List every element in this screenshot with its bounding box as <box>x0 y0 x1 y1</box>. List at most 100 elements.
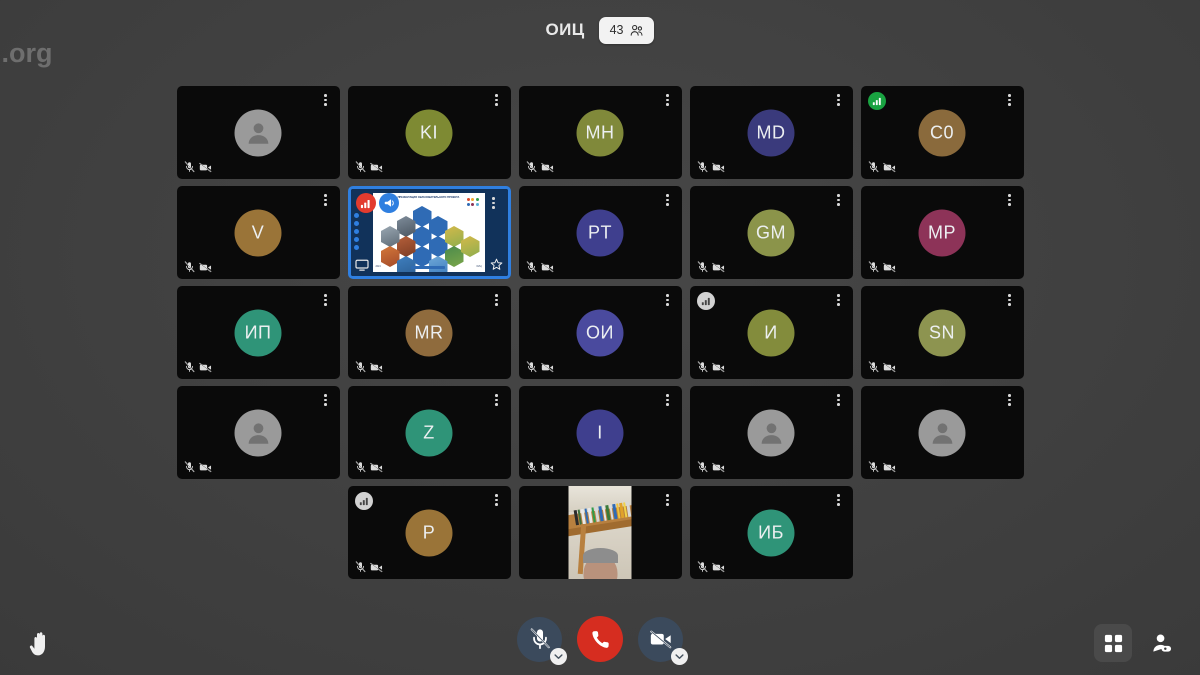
participant-tile[interactable]: MP <box>860 186 1024 279</box>
participant-tile[interactable] <box>860 386 1024 479</box>
avatar-placeholder <box>918 409 966 456</box>
tile-status-icons <box>697 261 725 273</box>
kebab-dot <box>1008 298 1011 302</box>
kebab-dot <box>837 398 840 402</box>
video-participant-tile[interactable] <box>518 486 682 579</box>
raise-hand-button[interactable] <box>26 629 56 659</box>
tile-menu-button[interactable] <box>662 292 674 308</box>
tile-menu-button[interactable] <box>320 292 332 308</box>
participant-tile[interactable]: ИБ <box>689 486 853 579</box>
participant-tile[interactable] <box>176 386 340 479</box>
camera-muted-icon <box>198 362 212 373</box>
participant-tile[interactable] <box>176 86 340 179</box>
tile-menu-button[interactable] <box>662 392 674 408</box>
kebab-dot <box>492 206 495 209</box>
camera-options-chevron[interactable] <box>671 647 688 665</box>
participant-tile[interactable]: KI <box>347 86 511 179</box>
participant-tile[interactable]: И <box>689 286 853 379</box>
tile-status-icons <box>184 361 212 373</box>
kebab-dot <box>492 201 495 205</box>
tile-menu-button[interactable] <box>491 92 503 108</box>
tile-menu-button[interactable] <box>662 192 674 208</box>
participant-tile[interactable]: GM <box>689 186 853 279</box>
kebab-dot <box>666 298 669 302</box>
participant-tile[interactable]: Z <box>347 386 511 479</box>
tile-menu-button[interactable] <box>833 392 845 408</box>
participant-tile[interactable]: C0 <box>860 86 1024 179</box>
slide-footer-left: 2024 <box>375 266 381 268</box>
microphone-muted-icon <box>697 561 708 573</box>
hangup-button[interactable] <box>577 616 623 662</box>
logo-dot <box>466 198 470 201</box>
camera-muted-icon <box>369 562 383 573</box>
participant-grid: KI МН MD C0 V ПРЕЗЕНТАЦИЯ ОБРАЗОВАТЕЛЬНОГО ПР… <box>0 86 1200 579</box>
tile-menu-button[interactable] <box>833 192 845 208</box>
tile-status-icons <box>697 161 725 173</box>
participant-tile[interactable]: MD <box>689 86 853 179</box>
participant-tile[interactable]: P <box>347 486 511 579</box>
tile-menu-button[interactable] <box>1004 392 1016 408</box>
meeting-title: ОИЦ <box>545 20 585 39</box>
tile-menu-button[interactable] <box>662 92 674 108</box>
participant-tile[interactable]: PT <box>518 186 682 279</box>
tile-menu-button[interactable] <box>491 292 503 308</box>
tile-status-icons <box>355 561 383 573</box>
tile-menu-button[interactable] <box>320 392 332 408</box>
microphone-muted-icon <box>697 161 708 173</box>
tile-menu-button[interactable] <box>320 92 332 108</box>
tile-menu-button[interactable] <box>1004 92 1016 108</box>
avatar-initials: И <box>764 322 778 343</box>
kebab-dot <box>324 194 327 197</box>
rail-dot <box>353 229 359 234</box>
tile-menu-button[interactable] <box>833 92 845 108</box>
tile-menu-button[interactable] <box>662 492 674 508</box>
tile-menu-button[interactable] <box>491 392 503 408</box>
tile-view-button[interactable] <box>1094 624 1132 662</box>
participant-count-chip[interactable]: 43 <box>598 16 655 44</box>
tile-menu-button[interactable] <box>833 292 845 308</box>
tile-menu-button[interactable] <box>1004 192 1016 208</box>
avatar: MP <box>918 209 966 256</box>
participant-tile[interactable]: I <box>518 386 682 479</box>
participant-tile[interactable]: ИП <box>176 286 340 379</box>
tile-menu-button[interactable] <box>320 192 332 208</box>
microphone-muted-icon <box>697 361 708 373</box>
primary-call-controls <box>517 616 688 665</box>
kebab-dot <box>324 94 327 97</box>
kebab-dot <box>495 503 498 506</box>
avatar: ИП <box>234 309 282 356</box>
microphone-options-chevron[interactable] <box>550 647 567 665</box>
participant-tile[interactable]: МН <box>518 86 682 179</box>
kebab-dot <box>666 403 669 406</box>
microphone-toggle-button[interactable] <box>517 616 567 665</box>
camera-muted-icon <box>198 262 212 273</box>
kebab-dot <box>666 294 669 297</box>
participant-tile[interactable]: V <box>176 186 340 279</box>
screen-share-tile[interactable]: ПРЕЗЕНТАЦИЯ ОБРАЗОВАТЕЛЬНОГО ПРОЕКТА 2024… <box>347 186 511 279</box>
tile-menu-button[interactable] <box>833 492 845 508</box>
kebab-dot <box>1008 94 1011 97</box>
megaphone-icon <box>378 193 399 213</box>
tile-status-icons <box>526 161 554 173</box>
participants-panel-button[interactable] <box>1142 624 1180 662</box>
camera-toggle-button[interactable] <box>638 616 688 665</box>
avatar-initials: GM <box>756 222 786 243</box>
tile-menu-button[interactable] <box>1004 292 1016 308</box>
monitor-icon <box>354 259 369 271</box>
kebab-dot <box>1008 403 1011 406</box>
camera-muted-icon <box>369 362 383 373</box>
kebab-dot <box>324 398 327 402</box>
tile-status-icons <box>697 561 725 573</box>
camera-muted-icon <box>711 462 725 473</box>
participant-tile[interactable] <box>689 386 853 479</box>
tile-menu-button[interactable] <box>491 492 503 508</box>
star-icon[interactable] <box>490 258 503 271</box>
tile-status-icons <box>526 261 554 273</box>
participant-tile[interactable]: SN <box>860 286 1024 379</box>
tile-status-icons <box>697 361 725 373</box>
avatar-initials: MP <box>928 222 956 243</box>
tile-menu-button[interactable] <box>488 195 500 211</box>
participant-tile[interactable]: MR <box>347 286 511 379</box>
participant-tile[interactable]: ОИ <box>518 286 682 379</box>
slide-title: ПРЕЗЕНТАЦИЯ ОБРАЗОВАТЕЛЬНОГО ПРОЕКТА <box>397 196 460 199</box>
